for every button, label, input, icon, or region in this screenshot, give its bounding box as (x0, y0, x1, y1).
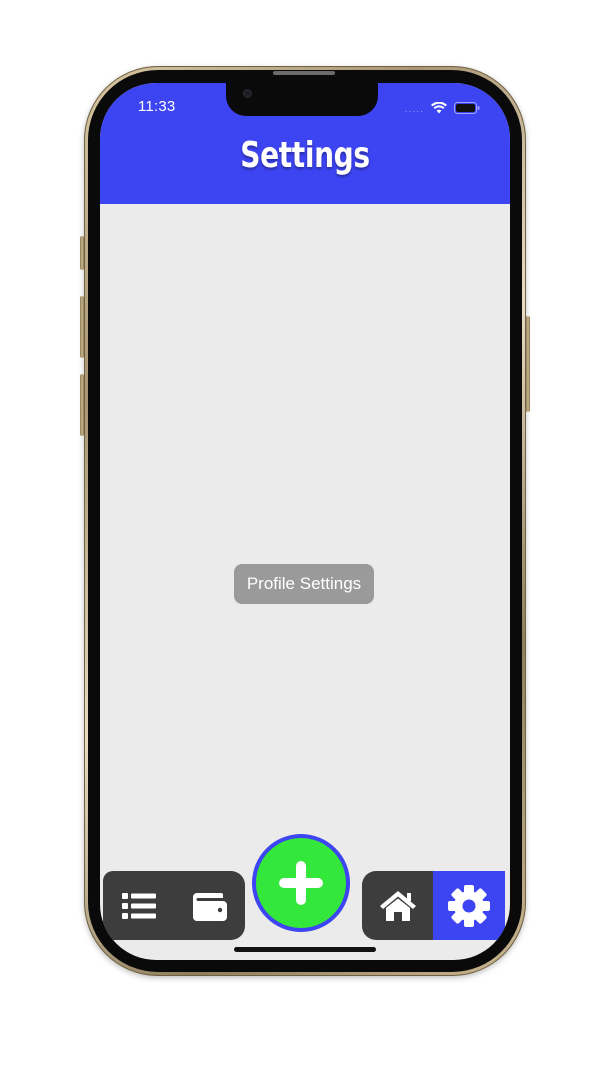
silent-switch (80, 236, 84, 270)
nav-item-settings[interactable] (433, 871, 505, 940)
wifi-icon (431, 99, 447, 118)
status-indicators: ..... (405, 99, 480, 118)
plus-icon (279, 861, 323, 905)
earpiece-speaker (273, 71, 335, 75)
nav-item-home[interactable] (362, 871, 433, 940)
status-time: 11:33 (138, 98, 176, 115)
bottom-nav-right (362, 871, 505, 940)
bottom-nav-left (103, 871, 245, 940)
nav-item-list[interactable] (103, 871, 174, 940)
app-header: 11:33 ..... Settings (100, 83, 510, 204)
page-title: Settings (240, 135, 370, 176)
battery-icon (454, 99, 480, 118)
profile-settings-button[interactable]: Profile Settings (234, 564, 374, 604)
home-indicator[interactable] (234, 947, 376, 952)
home-icon (379, 890, 416, 921)
signal-icon: ..... (404, 105, 424, 115)
nav-item-wallet[interactable] (174, 871, 245, 940)
volume-down-button (80, 374, 84, 436)
add-button[interactable] (256, 838, 346, 928)
volume-up-button (80, 296, 84, 358)
notch (226, 83, 378, 116)
gear-icon (448, 884, 490, 927)
list-icon (121, 892, 156, 919)
app-stage: 11:33 ..... Settings Profile Settings (0, 0, 608, 1080)
wallet-icon (192, 892, 227, 921)
power-button (526, 316, 530, 412)
phone-screen: 11:33 ..... Settings Profile Settings (100, 83, 510, 960)
camera-icon (243, 89, 252, 98)
